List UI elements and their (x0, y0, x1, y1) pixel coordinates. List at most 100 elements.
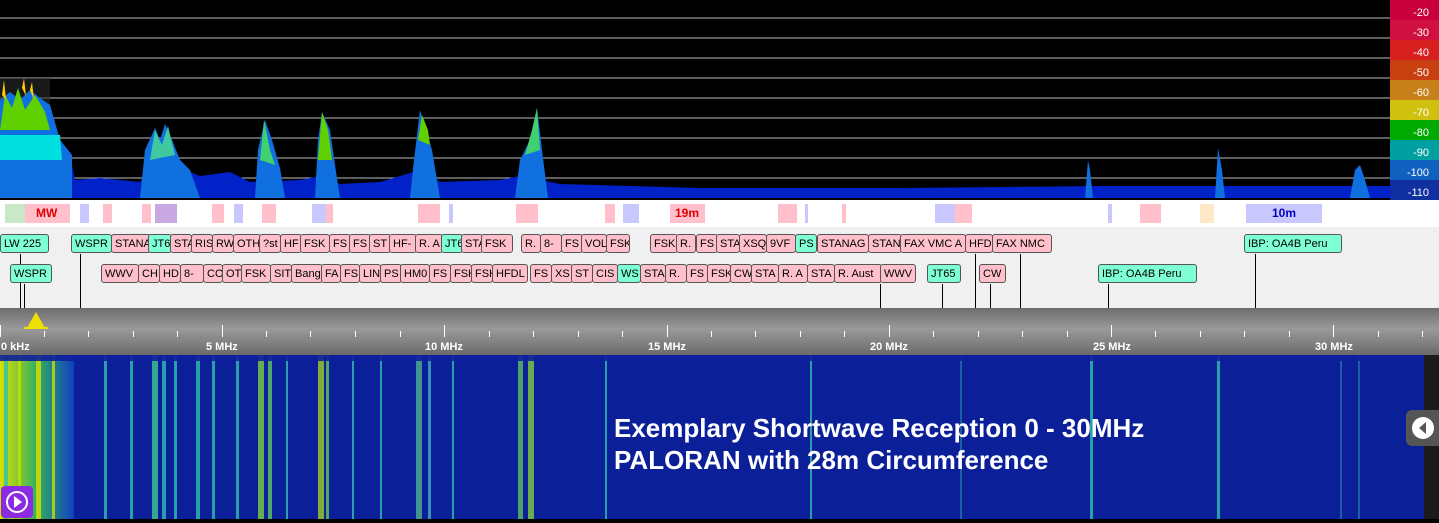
station-label[interactable]: 8- (180, 264, 204, 283)
station-label[interactable]: FS (561, 234, 583, 253)
station-label[interactable]: CW (730, 264, 752, 283)
station-label[interactable]: HM0 (400, 264, 430, 283)
band-marker[interactable] (418, 204, 440, 223)
frequency-scale[interactable]: 0 kHz 5 MHz 10 MHz 15 MHz 20 MHz 25 MHz … (0, 308, 1439, 355)
tuning-marker-icon[interactable] (24, 310, 64, 332)
station-label[interactable]: FS (429, 264, 451, 283)
station-label[interactable]: RIS (191, 234, 213, 253)
station-label[interactable]: R. (665, 264, 687, 283)
station-label[interactable]: PS (380, 264, 402, 283)
station-label[interactable]: IBP: OA4B Peru (1098, 264, 1197, 283)
station-label[interactable]: Bang (291, 264, 323, 283)
band-marker[interactable] (326, 204, 333, 223)
station-label[interactable]: STA (640, 264, 666, 283)
station-labels[interactable]: LW 225 WSPR STANA JT6 STA RIS RW OTH ?st… (0, 227, 1439, 308)
station-label[interactable]: LIN (359, 264, 381, 283)
band-marker[interactable] (805, 204, 808, 223)
station-label[interactable]: WS (617, 264, 641, 283)
station-label[interactable]: STA (716, 234, 740, 253)
station-label[interactable]: WSPR (10, 264, 52, 283)
band-marker[interactable] (1140, 204, 1161, 223)
station-label[interactable]: LW 225 (0, 234, 49, 253)
station-label[interactable]: OTH (233, 234, 261, 253)
station-label[interactable]: FS (349, 234, 371, 253)
station-label[interactable]: VOL (581, 234, 607, 253)
band-marker[interactable] (935, 204, 955, 223)
station-label[interactable]: STANA (111, 234, 151, 253)
station-label[interactable]: FS (530, 264, 552, 283)
station-label[interactable]: WWV (880, 264, 916, 283)
station-label[interactable]: HD (159, 264, 181, 283)
station-label[interactable]: JT65 (927, 264, 961, 283)
play-button[interactable] (1, 486, 33, 518)
station-label[interactable]: STA (461, 234, 483, 253)
band-marker[interactable] (778, 204, 797, 223)
station-label[interactable]: FSK (650, 234, 678, 253)
station-label[interactable]: CW (979, 264, 1006, 283)
station-label[interactable]: R. (676, 234, 696, 253)
spectrum-display[interactable]: -20 -30 -40 -50 -60 -70 -80 -90 -100 -11… (0, 0, 1439, 200)
station-label[interactable]: XSQ (739, 234, 767, 253)
station-label[interactable]: STAN (868, 234, 902, 253)
band-marker[interactable] (1108, 204, 1112, 223)
station-label[interactable]: R. A (415, 234, 443, 253)
station-label[interactable]: WSPR (71, 234, 112, 253)
band-marker[interactable] (1200, 204, 1214, 223)
station-label[interactable]: JT6 (441, 234, 463, 253)
band-marker[interactable] (842, 204, 846, 223)
station-label[interactable]: 9VF (766, 234, 796, 253)
station-label[interactable]: ST (369, 234, 391, 253)
station-label[interactable]: HF- (389, 234, 417, 253)
station-label[interactable]: FSK (707, 264, 731, 283)
station-label[interactable]: ?st (259, 234, 281, 253)
band-marker[interactable] (80, 204, 89, 223)
band-marker[interactable] (955, 204, 972, 223)
station-label[interactable]: FS (686, 264, 708, 283)
station-label[interactable]: PS (795, 234, 817, 253)
station-label[interactable]: RW (212, 234, 234, 253)
band-marker[interactable] (605, 204, 615, 223)
station-label[interactable]: FAX VMC A (900, 234, 966, 253)
station-label[interactable]: JT6 (148, 234, 172, 253)
band-marker[interactable] (103, 204, 112, 223)
station-label[interactable]: STA (170, 234, 192, 253)
station-label[interactable]: ST (571, 264, 593, 283)
station-label[interactable]: FSK (450, 264, 472, 283)
band-marker[interactable] (5, 204, 25, 223)
station-label[interactable]: 8- (540, 234, 562, 253)
band-marker[interactable] (516, 204, 538, 223)
station-label[interactable]: FAX NMC (992, 234, 1052, 253)
station-label[interactable]: HF (280, 234, 302, 253)
station-label[interactable]: FA (321, 264, 341, 283)
station-label[interactable]: FS (696, 234, 718, 253)
station-label[interactable]: CH (138, 264, 160, 283)
band-marker[interactable] (142, 204, 151, 223)
collapse-panel-button[interactable] (1406, 410, 1439, 446)
station-label[interactable]: HFDL (492, 264, 528, 283)
band-bar[interactable]: MW 19m 10m (0, 200, 1439, 227)
station-label[interactable]: FSK (606, 234, 630, 253)
station-label[interactable]: FSK (471, 264, 493, 283)
station-label[interactable]: FSK (300, 234, 330, 253)
band-marker[interactable] (155, 204, 177, 223)
station-label[interactable]: HFD (965, 234, 993, 253)
station-label[interactable]: OT (222, 264, 242, 283)
band-marker[interactable] (212, 204, 224, 223)
station-label[interactable]: FSK (481, 234, 513, 253)
station-label[interactable]: R. Aust (834, 264, 882, 283)
station-label[interactable]: FS (329, 234, 351, 253)
station-label[interactable]: WWV (101, 264, 139, 283)
station-label[interactable]: SIT (270, 264, 292, 283)
band-marker[interactable] (312, 204, 326, 223)
station-label[interactable]: XS (551, 264, 573, 283)
station-label[interactable]: CIS (592, 264, 618, 283)
band-marker[interactable] (234, 204, 243, 223)
band-marker[interactable] (262, 204, 276, 223)
station-label[interactable]: R. A (778, 264, 808, 283)
station-label[interactable]: STA (807, 264, 835, 283)
station-label[interactable]: CO (203, 264, 223, 283)
station-label[interactable]: FSK (241, 264, 271, 283)
station-label[interactable]: IBP: OA4B Peru (1244, 234, 1342, 253)
band-marker[interactable] (623, 204, 639, 223)
station-label[interactable]: R. (521, 234, 541, 253)
